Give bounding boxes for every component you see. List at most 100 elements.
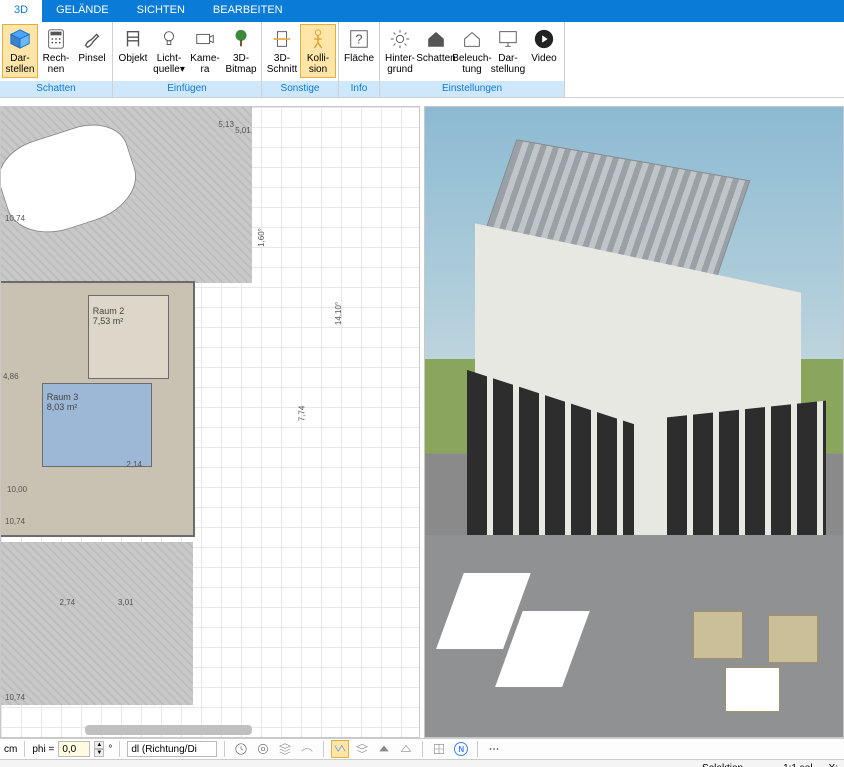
schatten-button[interactable]: Schatten <box>418 24 454 78</box>
room-area: 8,03 m² <box>47 402 148 412</box>
workspace: Raum 2 7,53 m² Raum 3 8,03 m² 10,74 10,7… <box>0 106 844 738</box>
darstellen-button[interactable]: Dar-stellen <box>2 24 38 78</box>
ribbon-group-info: ? Fläche Info <box>339 22 380 97</box>
rechnen-label: Rech-nen <box>43 53 70 75</box>
floorplan-view[interactable]: Raum 2 7,53 m² Raum 3 8,03 m² 10,74 10,7… <box>0 106 420 738</box>
valley-icon[interactable] <box>331 740 349 758</box>
dim-label: 10,00 <box>7 485 27 494</box>
video-label: Video <box>531 53 556 75</box>
svg-text:?: ? <box>355 32 362 47</box>
house-outline-icon <box>460 27 484 51</box>
person-icon <box>306 27 330 51</box>
plan-room-3: Raum 3 8,03 m² <box>43 384 152 466</box>
ribbon-group-label: Einstellungen <box>380 81 564 97</box>
north-icon[interactable]: N <box>452 740 470 758</box>
cube-icon <box>8 27 32 51</box>
chair-icon <box>121 27 145 51</box>
surface-icon[interactable] <box>298 740 316 758</box>
plan-scrollbar-horizontal[interactable] <box>85 725 252 735</box>
objekt-button[interactable]: Objekt <box>115 24 151 78</box>
ribbon-group-label: Schatten <box>0 81 112 97</box>
3d-schnitt-button[interactable]: 3D-Schnitt <box>264 24 300 78</box>
dim-label: 1,60° <box>257 228 266 247</box>
pinsel-label: Pinsel <box>78 53 105 75</box>
room-name: Raum 3 <box>47 392 148 402</box>
dim-label: 2,14 <box>126 460 142 469</box>
ribbon-group-label: Einfügen <box>113 81 261 97</box>
plan-patio <box>1 542 193 706</box>
play-icon <box>532 27 556 51</box>
status-bar: Selektion 1:1 sel X: <box>0 759 844 767</box>
bulb-icon <box>157 27 181 51</box>
plan-room-2: Raum 2 7,53 m² <box>89 296 168 378</box>
dim-label: 5,01 <box>235 126 251 135</box>
ribbon-group-sonstige: 3D-Schnitt Kolli-sion Sonstige <box>262 22 339 97</box>
brush-icon <box>80 27 104 51</box>
status-scale: 1:1 sel <box>783 763 812 767</box>
kamera-label: Kame-ra <box>190 53 219 75</box>
room-area: 7,53 m² <box>93 316 164 326</box>
calculator-icon <box>44 27 68 51</box>
clock-icon[interactable] <box>232 740 250 758</box>
grid-icon[interactable] <box>430 740 448 758</box>
darstellung-label: Dar-stellung <box>491 53 525 75</box>
ribbon-group-label: Sonstige <box>262 81 338 97</box>
3d-bitmap-label: 3D-Bitmap <box>225 53 256 75</box>
kollision-button[interactable]: Kolli-sion <box>300 24 336 78</box>
beleuchtung-button[interactable]: Beleuch-tung <box>454 24 490 78</box>
phi-stepper[interactable]: ▲▼ <box>94 741 104 757</box>
schatten-label: Schatten <box>416 53 455 75</box>
section-icon <box>270 27 294 51</box>
phi-input[interactable]: 0,0 <box>58 741 90 757</box>
ribbon-group-schatten: Dar-stellen Rech-nen Pinsel Schatten <box>0 22 113 97</box>
phi-label: phi = <box>32 744 54 755</box>
kamera-button[interactable]: Kame-ra <box>187 24 223 78</box>
status-selection: Selektion <box>702 763 743 767</box>
hintergrund-button[interactable]: Hinter-grund <box>382 24 418 78</box>
target-icon[interactable] <box>254 740 272 758</box>
monitor-icon <box>496 27 520 51</box>
flaeche-label: Fläche <box>344 53 374 75</box>
stack-icon[interactable] <box>276 740 294 758</box>
solid-icon[interactable] <box>375 740 393 758</box>
sun-icon <box>388 27 412 51</box>
dim-label: 7,74 <box>297 406 306 422</box>
layers-icon[interactable] <box>353 740 371 758</box>
hintergrund-label: Hinter-grund <box>385 53 415 75</box>
mode-dropdown[interactable]: dl (Richtung/Di <box>127 741 217 757</box>
tab-bearbeiten[interactable]: BEARBEITEN <box>199 0 297 22</box>
tab-gelaende[interactable]: GELÄNDE <box>42 0 123 22</box>
ribbon-group-einfuegen: Objekt Licht-quelle▾ Kame-ra 3D-Bitmap E… <box>113 22 262 97</box>
dim-label: 2,74 <box>60 598 76 607</box>
dim-label: 10,74 <box>5 693 25 702</box>
tab-strip: 3D GELÄNDE SICHTEN BEARBEITEN <box>0 0 844 22</box>
3d-seating-group <box>693 611 818 712</box>
ribbon: Dar-stellen Rech-nen Pinsel Schatten Obj… <box>0 22 844 98</box>
room-name: Raum 2 <box>93 306 164 316</box>
3d-view[interactable] <box>424 106 844 738</box>
ribbon-group-einstellungen: Hinter-grund Schatten Beleuch-tung Dar-s… <box>380 22 565 97</box>
tab-3d[interactable]: 3D <box>0 0 42 22</box>
area-question-icon: ? <box>347 27 371 51</box>
phi-suffix: ° <box>108 744 112 755</box>
house-shadow-icon <box>424 27 448 51</box>
dim-label: 14,10° <box>334 301 343 324</box>
lichtquelle-label: Licht-quelle▾ <box>153 53 185 75</box>
rechnen-button[interactable]: Rech-nen <box>38 24 74 78</box>
pinsel-button[interactable]: Pinsel <box>74 24 110 78</box>
dim-label: 5,13 <box>218 120 234 129</box>
video-button[interactable]: Video <box>526 24 562 78</box>
tab-sichten[interactable]: SICHTEN <box>123 0 199 22</box>
options-icon[interactable] <box>485 740 503 758</box>
ribbon-group-label: Info <box>339 81 379 97</box>
flaeche-button[interactable]: ? Fläche <box>341 24 377 78</box>
dim-label: 10,74 <box>5 214 25 223</box>
tree-icon <box>229 27 253 51</box>
lichtquelle-button[interactable]: Licht-quelle▾ <box>151 24 187 78</box>
wire-icon[interactable] <box>397 740 415 758</box>
darstellung-button[interactable]: Dar-stellung <box>490 24 526 78</box>
objekt-label: Objekt <box>119 53 148 75</box>
3d-bitmap-button[interactable]: 3D-Bitmap <box>223 24 259 78</box>
3d-schnitt-label: 3D-Schnitt <box>267 53 298 75</box>
dim-label: 10,74 <box>5 517 25 526</box>
